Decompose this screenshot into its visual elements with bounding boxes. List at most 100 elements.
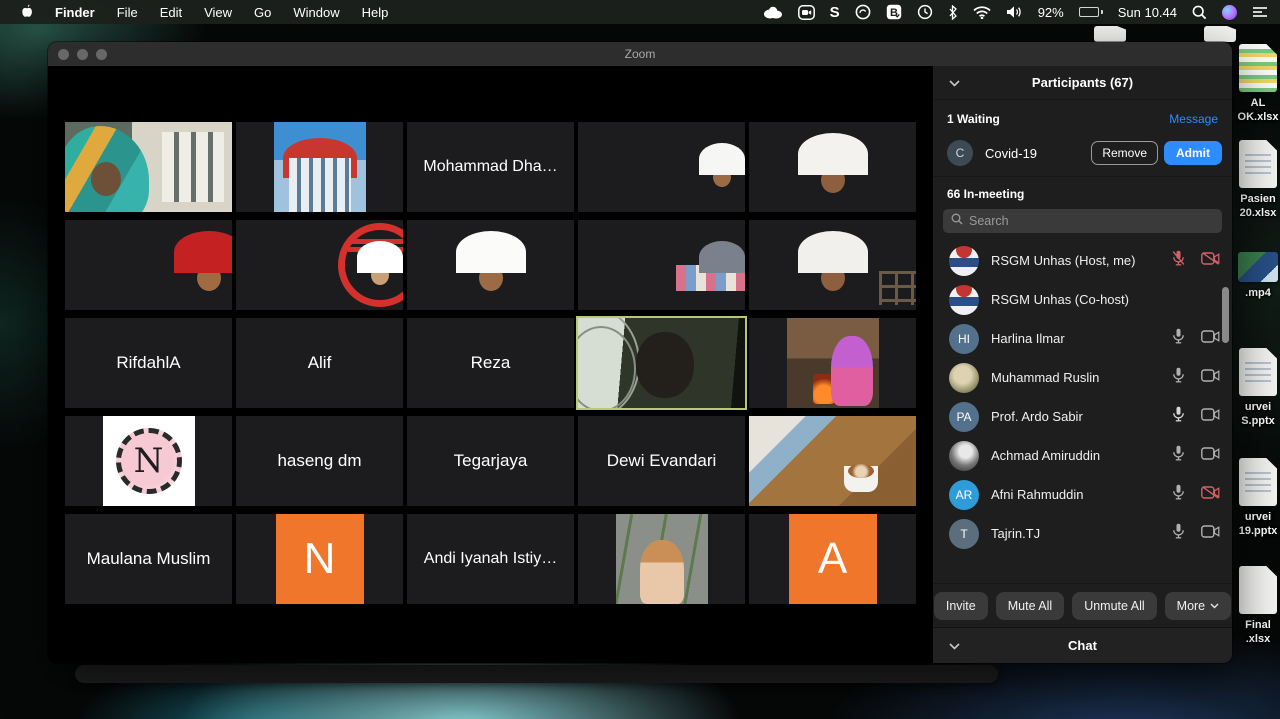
video-tile[interactable]: Mohammad Dha… xyxy=(407,122,574,212)
menu-file[interactable]: File xyxy=(106,5,149,20)
participant-row[interactable]: AR Afni Rahmuddin xyxy=(933,475,1232,514)
video-tile[interactable]: A xyxy=(749,514,916,604)
background-window-bar[interactable] xyxy=(75,665,998,683)
wifi-icon[interactable] xyxy=(973,6,991,19)
video-tile[interactable]: Reza xyxy=(407,318,574,408)
participant-row[interactable]: RSGM Unhas (Host, me) xyxy=(933,241,1232,280)
chat-section-header[interactable]: Chat xyxy=(933,627,1232,663)
video-tile[interactable]: Maulana Muslim xyxy=(65,514,232,604)
in-meeting-count-label: 66 In-meeting xyxy=(933,176,1232,207)
battery-icon[interactable] xyxy=(1079,7,1103,17)
video-tile[interactable] xyxy=(578,220,745,310)
video-tile[interactable] xyxy=(749,220,916,310)
participant-row[interactable]: Muhammad Ruslin xyxy=(933,358,1232,397)
participant-row[interactable]: HI Harlina Ilmar xyxy=(933,319,1232,358)
desktop-file-icon[interactable] xyxy=(1086,26,1134,42)
video-file-icon xyxy=(1238,252,1278,282)
video-tile[interactable] xyxy=(236,122,403,212)
menu-clock[interactable]: Sun 10.44 xyxy=(1118,5,1177,20)
search-box[interactable] xyxy=(943,209,1222,233)
menu-edit[interactable]: Edit xyxy=(149,5,193,20)
participant-row[interactable]: RSGM Unhas (Co-host) xyxy=(933,280,1232,319)
s-app-icon[interactable]: S xyxy=(830,4,840,21)
participant-video xyxy=(578,318,745,408)
avatar: C xyxy=(947,140,973,166)
collapse-participants-icon[interactable] xyxy=(949,74,960,92)
video-tile[interactable] xyxy=(407,220,574,310)
participant-name-label: Tegarjaya xyxy=(454,451,528,471)
desktop-file-xlsx[interactable]: Final.xlsx xyxy=(1234,566,1280,646)
desktop-file-icon[interactable] xyxy=(1196,26,1244,42)
admit-button[interactable]: Admit xyxy=(1164,141,1222,165)
video-tile[interactable] xyxy=(578,514,745,604)
message-link[interactable]: Message xyxy=(1169,112,1218,126)
desktop-file-xlsx[interactable]: ALOK.xlsx xyxy=(1234,44,1280,124)
participant-photo xyxy=(274,122,366,212)
video-tile[interactable]: Tegarjaya xyxy=(407,416,574,506)
apple-menu-icon[interactable] xyxy=(20,4,34,20)
video-off-icon xyxy=(1201,486,1220,504)
participant-photo xyxy=(749,416,916,506)
menu-go[interactable]: Go xyxy=(243,5,282,20)
participant-name-label: Alif xyxy=(308,353,332,373)
video-tile[interactable]: Dewi Evandari xyxy=(578,416,745,506)
mic-icon xyxy=(1172,445,1185,466)
active-speaker-tile[interactable] xyxy=(578,318,745,408)
mute-all-button[interactable]: Mute All xyxy=(996,592,1064,620)
camera-status-icon[interactable] xyxy=(798,5,815,20)
list-scrollbar[interactable] xyxy=(1222,287,1229,343)
avatar: AR xyxy=(949,480,979,510)
menu-finder[interactable]: Finder xyxy=(44,5,106,20)
remove-button[interactable]: Remove xyxy=(1091,141,1158,165)
video-tile[interactable]: haseng dm xyxy=(236,416,403,506)
menu-view[interactable]: View xyxy=(193,5,243,20)
participants-header: Participants (67) xyxy=(933,66,1232,100)
backup-app-icon[interactable]: B xyxy=(886,4,902,20)
more-button[interactable]: More xyxy=(1165,592,1231,620)
video-tile[interactable] xyxy=(236,220,403,310)
video-icon xyxy=(1201,330,1220,348)
onedrive-icon[interactable] xyxy=(763,6,783,19)
file-icon xyxy=(1239,458,1277,506)
waiting-row[interactable]: C Covid-19 Remove Admit xyxy=(933,132,1232,176)
video-tile[interactable] xyxy=(749,416,916,506)
window-titlebar[interactable]: Zoom xyxy=(48,42,1232,66)
video-tile[interactable] xyxy=(749,318,916,408)
video-tile[interactable]: RifdahlA xyxy=(65,318,232,408)
invite-button[interactable]: Invite xyxy=(934,592,988,620)
video-tile[interactable] xyxy=(749,122,916,212)
search-input[interactable] xyxy=(969,214,1214,228)
bluetooth-icon[interactable] xyxy=(948,5,958,20)
video-tile[interactable]: N xyxy=(65,416,232,506)
participant-photo xyxy=(616,514,708,604)
collapse-chat-icon[interactable] xyxy=(949,637,960,655)
video-tile[interactable]: Andi Iyanah Istiy… xyxy=(407,514,574,604)
participants-panel: Participants (67) 1 Waiting Message C Co… xyxy=(932,66,1232,663)
video-tile[interactable] xyxy=(65,122,232,212)
volume-icon[interactable] xyxy=(1006,5,1023,19)
desktop-file-pptx[interactable]: urveiS.pptx xyxy=(1234,348,1280,428)
menu-window[interactable]: Window xyxy=(282,5,350,20)
time-machine-icon[interactable] xyxy=(917,4,933,20)
video-icon xyxy=(1201,447,1220,465)
siri-icon[interactable] xyxy=(1222,5,1237,20)
participant-row[interactable]: PA Prof. Ardo Sabir xyxy=(933,397,1232,436)
participant-row[interactable]: Achmad Amiruddin xyxy=(933,436,1232,475)
mic-off-icon xyxy=(1172,250,1185,271)
desktop-file-pptx[interactable]: urvei19.pptx xyxy=(1234,458,1280,538)
desktop-file-xlsx[interactable]: Pasien20.xlsx xyxy=(1234,140,1280,220)
video-icon xyxy=(1201,525,1220,543)
notification-center-icon[interactable] xyxy=(1252,6,1268,19)
video-tile[interactable] xyxy=(65,220,232,310)
menu-help[interactable]: Help xyxy=(351,5,400,20)
spotlight-icon[interactable] xyxy=(1192,5,1207,20)
creative-cloud-icon[interactable] xyxy=(855,4,871,20)
video-tile[interactable]: Alif xyxy=(236,318,403,408)
video-icon xyxy=(1201,408,1220,426)
video-tile[interactable]: N xyxy=(236,514,403,604)
desktop-file-mp4[interactable]: .mp4 xyxy=(1234,252,1280,300)
video-tile[interactable] xyxy=(578,122,745,212)
file-icon xyxy=(1239,140,1277,188)
unmute-all-button[interactable]: Unmute All xyxy=(1072,592,1156,620)
participant-row[interactable]: T Tajrin.TJ xyxy=(933,514,1232,553)
